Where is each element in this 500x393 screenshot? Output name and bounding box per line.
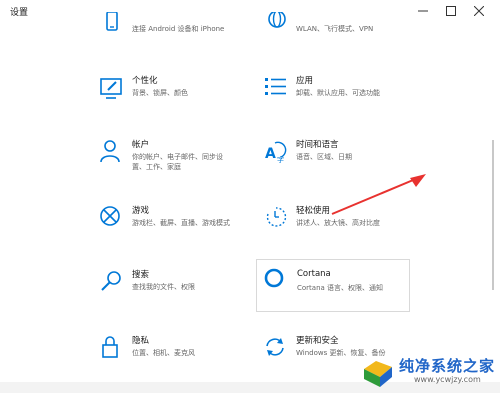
tile-title: 应用 bbox=[296, 76, 314, 86]
close-icon bbox=[474, 6, 484, 16]
tile-sub: 查找我的文件、权限 bbox=[132, 283, 195, 291]
ease-of-access-icon bbox=[266, 207, 287, 227]
tile-sub: 语音、区域、日期 bbox=[296, 153, 352, 161]
phone-icon bbox=[106, 12, 118, 31]
svg-text:字: 字 bbox=[277, 155, 284, 164]
tile-cortana[interactable]: Cortana Cortana 语言、权限、通知 bbox=[256, 259, 410, 312]
update-icon bbox=[266, 338, 284, 356]
window-title: 设置 bbox=[10, 8, 29, 18]
tile-title: 轻松使用 bbox=[296, 206, 331, 216]
tile-sub: WLAN、飞行模式、VPN bbox=[296, 25, 374, 33]
tile-title: Cortana bbox=[297, 269, 331, 279]
xbox-icon bbox=[100, 206, 120, 226]
tile-title: 搜索 bbox=[132, 270, 150, 280]
tile-title: 帐户 bbox=[132, 140, 150, 150]
tile-title: 个性化 bbox=[132, 76, 158, 86]
apps-icon bbox=[265, 78, 286, 95]
search-icon bbox=[101, 271, 121, 291]
tile-sub-2: 置、工作、家庭 bbox=[132, 163, 181, 171]
watermark-logo-icon bbox=[364, 361, 392, 387]
tile-apps[interactable]: 应用 卸载、默认应用、可选功能 bbox=[264, 74, 469, 120]
tile-title: 更新和安全 bbox=[296, 336, 339, 346]
tile-sub: 位置、相机、麦克风 bbox=[132, 349, 195, 357]
tile-sub: 卸载、默认应用、可选功能 bbox=[296, 89, 380, 97]
tile-sub: 连接 Android 设备和 iPhone bbox=[132, 25, 225, 33]
watermark: 纯净系统之家 www.ycwjzy.com bbox=[362, 353, 500, 393]
svg-text:A: A bbox=[265, 146, 276, 162]
scrollbar[interactable] bbox=[492, 140, 494, 290]
personalization-icon bbox=[100, 78, 122, 99]
lock-icon bbox=[102, 336, 118, 358]
tile-network[interactable]: WLAN、飞行模式、VPN bbox=[264, 10, 469, 56]
annotation-arrow bbox=[331, 174, 426, 215]
tile-sub-1: 你的帐户、电子邮件、同步设 bbox=[132, 153, 223, 161]
tile-sub: 背景、锁屏、颜色 bbox=[132, 89, 188, 97]
time-language-icon: A 字 bbox=[265, 141, 287, 164]
tile-sub: 游戏栏、截屏、直播、游戏模式 bbox=[132, 219, 230, 227]
person-icon bbox=[100, 140, 120, 163]
globe-icon bbox=[268, 12, 286, 28]
watermark-url: www.ycwjzy.com bbox=[414, 375, 481, 384]
tile-sub: Cortana 语言、权限、通知 bbox=[297, 284, 384, 292]
cortana-icon bbox=[264, 268, 284, 288]
watermark-name: 纯净系统之家 bbox=[399, 357, 496, 375]
tile-sub: 讲述人、放大镜、高对比度 bbox=[296, 219, 380, 227]
tile-title: 游戏 bbox=[132, 206, 150, 216]
close-button[interactable] bbox=[466, 0, 492, 22]
tile-title: 隐私 bbox=[132, 336, 150, 346]
tile-title: 时间和语言 bbox=[296, 140, 339, 150]
